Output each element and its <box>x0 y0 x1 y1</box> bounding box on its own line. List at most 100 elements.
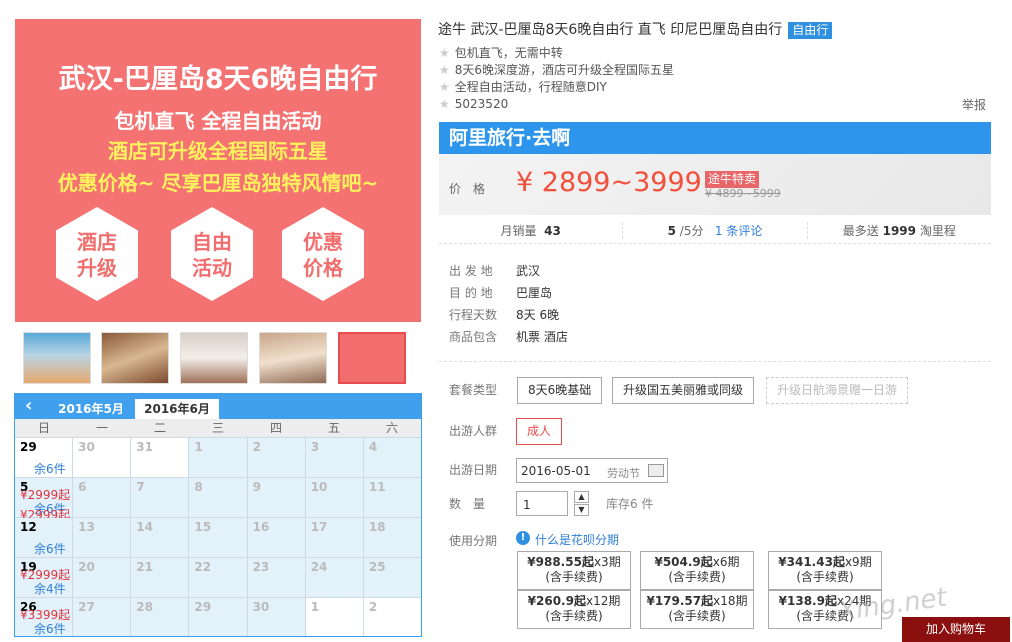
banner-line2: 酒店可升级全程国际五星 <box>108 139 328 163</box>
package-option[interactable]: 升级国五美丽雅或同级 <box>612 377 755 404</box>
tab-may[interactable]: 2016年5月 <box>53 399 129 419</box>
qty-increase-button[interactable]: ▲ <box>574 491 589 503</box>
hex-badge: 优惠 价格 <box>282 207 364 301</box>
installment-option[interactable]: ¥988.55起x3期 (含手续费) <box>517 551 631 590</box>
day-number: 7 <box>136 480 145 494</box>
star-icon: ★ <box>439 97 450 111</box>
hex-badge: 酒店 升级 <box>56 207 138 301</box>
crowd-option-adult[interactable]: 成人 <box>516 418 563 445</box>
weekday-label: 日 <box>37 421 50 435</box>
package-option[interactable]: 8天6晚基础 <box>517 377 603 404</box>
calendar-day[interactable]: 21 <box>130 558 189 597</box>
calendar-day[interactable]: 29 余6件 <box>15 438 73 477</box>
day-number: 23 <box>252 560 270 574</box>
thumbnail[interactable] <box>23 332 91 384</box>
calendar-day[interactable]: 9 <box>246 478 305 517</box>
calendar-day[interactable]: 28 <box>130 598 189 636</box>
star-icon: ★ <box>439 46 450 60</box>
day-number: 25 <box>368 560 386 574</box>
calendar-day[interactable]: 4 <box>362 438 421 477</box>
installment-option[interactable]: ¥179.57起x18期 (含手续费) <box>640 590 754 629</box>
calendar-day[interactable]: 12 余6件 <box>15 518 73 557</box>
weekday-label: 二 <box>153 421 166 435</box>
calendar-day[interactable]: 27 <box>72 598 131 636</box>
report-link[interactable]: 举报 <box>962 96 986 113</box>
calendar-day[interactable]: 6 <box>72 478 131 517</box>
calendar-day[interactable]: 29 <box>188 598 247 636</box>
day-number: 31 <box>136 440 153 454</box>
date-label: 出游日期 <box>449 463 498 477</box>
feature-item: ★ 5023520 <box>439 97 509 111</box>
calendar-day[interactable]: 2 <box>362 598 421 636</box>
calendar-day[interactable]: 19 ¥2999起 余4件 <box>15 558 73 597</box>
weekday-label: 三 <box>211 421 224 435</box>
day-number: 20 <box>78 560 95 574</box>
calendar-day[interactable]: 30 <box>72 438 131 477</box>
calendar-day[interactable]: 1 <box>188 438 247 477</box>
reviews-link[interactable]: 1 条评论 <box>715 224 762 238</box>
stock-count: 库存6 件 <box>606 497 654 511</box>
calendar-day[interactable]: 24 <box>304 558 363 597</box>
calendar-day[interactable]: 2 <box>246 438 305 477</box>
banner-line1: 包机直飞 全程自由活动 <box>114 109 322 133</box>
calendar-day[interactable]: 17 <box>304 518 363 557</box>
day-number: 29 <box>194 600 212 614</box>
thumbnail[interactable] <box>101 332 169 384</box>
calendar-day[interactable]: 10 <box>304 478 363 517</box>
calendar-icon[interactable] <box>648 464 664 477</box>
tab-june[interactable]: 2016年6月 <box>135 399 219 419</box>
info-label: 商品包含 <box>449 330 498 344</box>
calendar-day[interactable]: 16 <box>246 518 305 557</box>
package-option-disabled: 升级日航海景赠一日游 <box>766 377 909 404</box>
calendar-day[interactable]: 8 <box>188 478 247 517</box>
product-banner: 武汉-巴厘岛8天6晚自由行 包机直飞 全程自由活动 酒店可升级全程国际五星 优惠… <box>15 19 421 322</box>
info-value: 8天 6晚 <box>516 308 560 322</box>
calendar-day[interactable]: 15 <box>188 518 247 557</box>
calendar-day[interactable]: 5 ¥2999起 余6件 ¥2999起 <box>15 478 73 522</box>
day-number: 16 <box>252 520 270 534</box>
installment-option[interactable]: ¥504.9起x6期 (含手续费) <box>640 551 754 590</box>
calendar-day[interactable]: 30 <box>246 598 305 636</box>
feature-item: ★ 包机直飞，无需中转 <box>439 46 563 60</box>
type-badge: 自由行 <box>788 22 833 39</box>
day-number: 21 <box>136 560 153 574</box>
calendar-day[interactable]: 1 <box>304 598 363 636</box>
banner-line3: 优惠价格~ 尽享巴厘岛独特风情吧~ <box>57 171 379 195</box>
calendar-day[interactable]: 14 <box>130 518 189 557</box>
quantity-input[interactable]: 1 <box>516 491 568 516</box>
date-input[interactable]: 2016-05-01 劳动节 <box>516 458 668 483</box>
calendar-day[interactable]: 23 <box>246 558 305 597</box>
installment-help-link[interactable]: 什么是花呗分期 <box>535 531 619 548</box>
calendar-day[interactable]: 11 <box>362 478 421 517</box>
feature-item: ★ 全程自由活动，行程随意DIY <box>439 80 607 94</box>
alitrip-logo: 阿里旅行·去啊 <box>439 122 991 154</box>
installment-option[interactable]: ¥260.9起x12期 (含手续费) <box>517 590 631 629</box>
day-number: 13 <box>78 520 95 534</box>
day-number: 30 <box>78 440 95 454</box>
qty-decrease-button[interactable]: ▼ <box>574 504 589 516</box>
weekday-header: 日一二三四五六 <box>15 419 421 437</box>
calendar-day[interactable]: 20 <box>72 558 131 597</box>
calendar-day[interactable]: 25 <box>362 558 421 597</box>
calendar-day[interactable]: 31 <box>130 438 189 477</box>
prev-month-icon[interactable]: ‹ <box>25 395 32 416</box>
day-stock: 余6件 <box>34 622 66 636</box>
thumbnail[interactable] <box>259 332 327 384</box>
day-number: 15 <box>194 520 212 534</box>
product-title: 途牛 武汉-巴厘岛8天6晚自由行 直飞 印尼巴厘岛自由行 自由行 <box>438 19 833 39</box>
calendar-day[interactable]: 26 ¥3399起 余6件 <box>15 598 73 636</box>
calendar-day[interactable]: 3 <box>304 438 363 477</box>
price-range: ¥ 2899~3999 <box>516 167 702 198</box>
calendar-week: 26 ¥3399起 余6件 27 28 29 30 1 2 <box>15 597 421 636</box>
info-label: 出 发 地 <box>449 264 493 278</box>
info-value: 机票 酒店 <box>516 330 568 344</box>
add-to-cart-button[interactable]: 加入购物车 <box>902 617 1010 642</box>
weekday-label: 五 <box>327 421 340 435</box>
thumbnail-selected[interactable] <box>338 332 406 384</box>
calendar-day[interactable]: 13 <box>72 518 131 557</box>
calendar-day[interactable]: 22 <box>188 558 247 597</box>
calendar-day[interactable]: 18 <box>362 518 421 557</box>
thumbnail[interactable] <box>180 332 248 384</box>
installment-option[interactable]: ¥341.43起x9期 (含手续费) <box>768 551 882 590</box>
calendar-day[interactable]: 7 <box>130 478 189 517</box>
